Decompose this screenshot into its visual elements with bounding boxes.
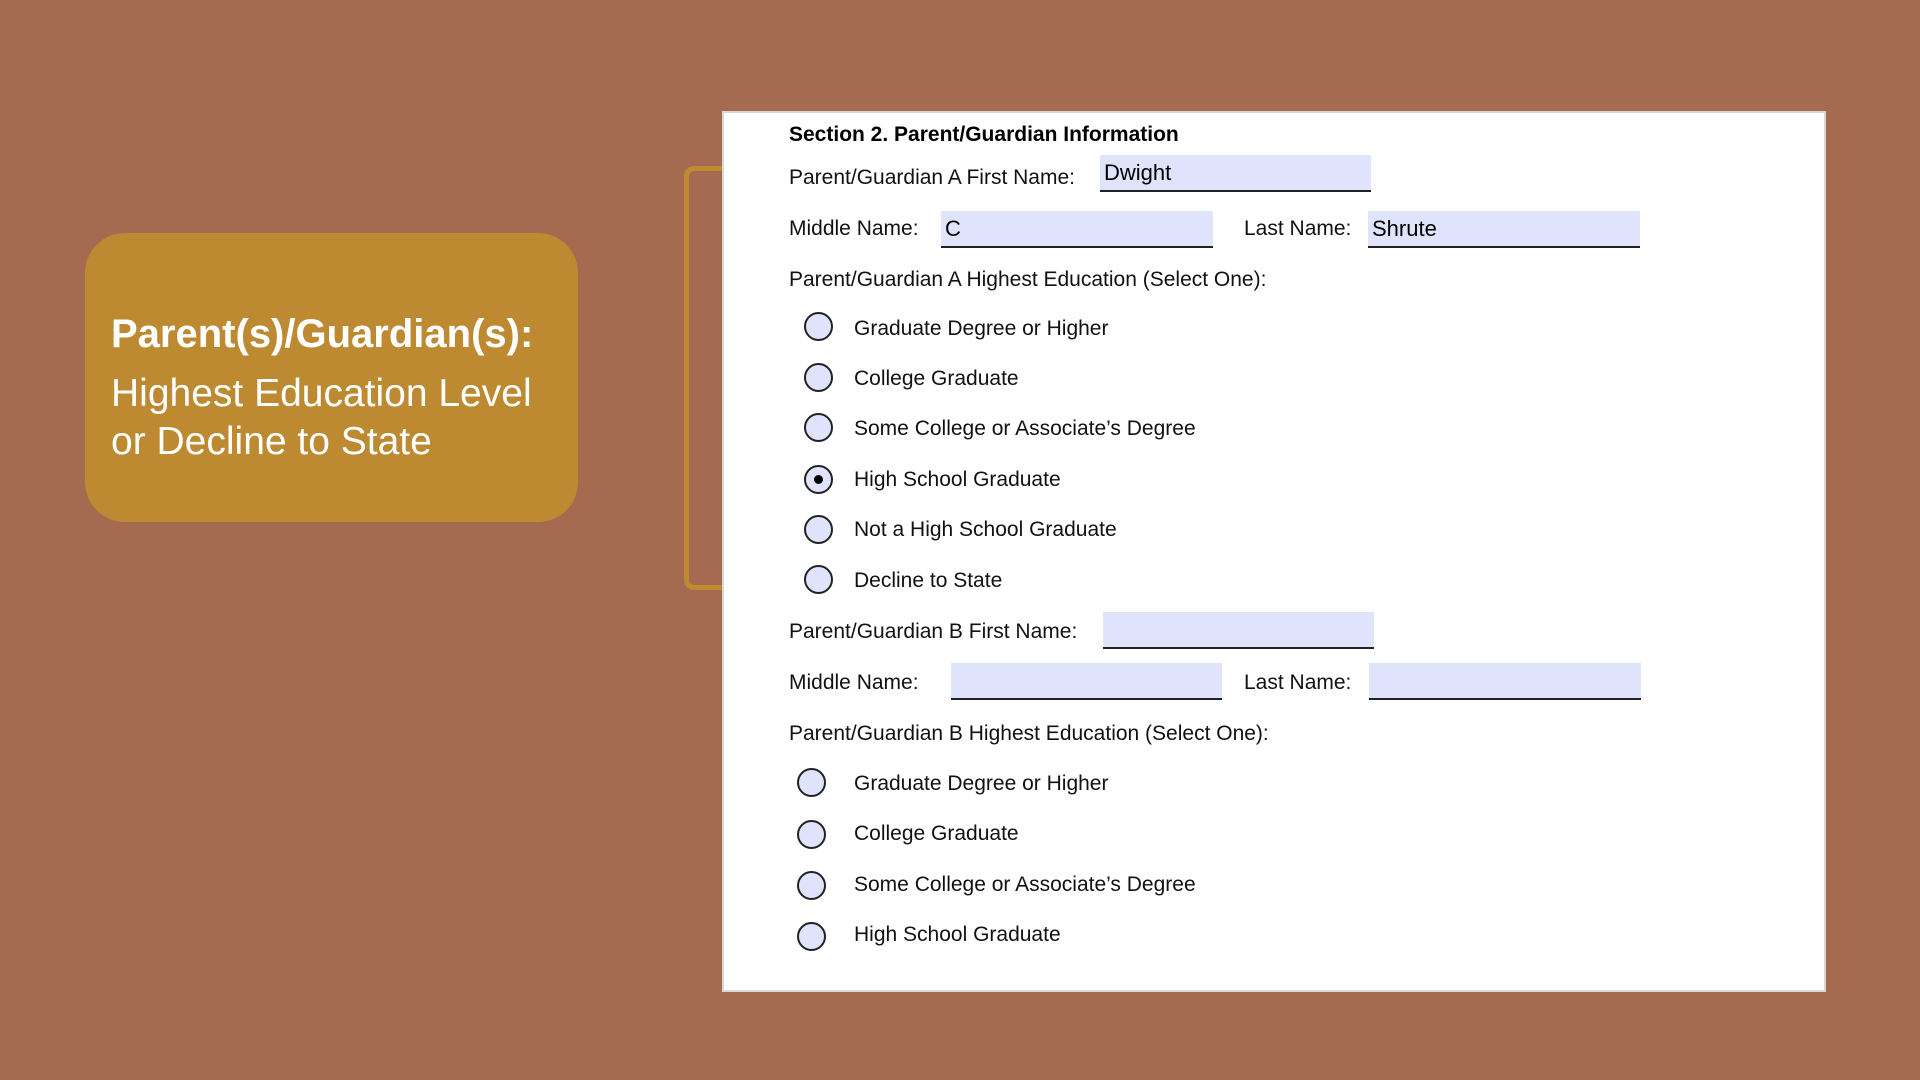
callout-line-1: Highest Education Level [111,372,532,415]
guardian-b-option-high-school-radio[interactable] [797,922,826,951]
guardian-b-option-graduate-label[interactable]: Graduate Degree or Higher [854,772,1108,796]
guardian-a-option-some-college-label[interactable]: Some College or Associate’s Degree [854,417,1196,441]
guardian-b-option-some-college-label[interactable]: Some College or Associate’s Degree [854,873,1196,897]
guardian-b-first-name-label: Parent/Guardian B First Name: [789,620,1078,643]
guardian-b-option-college-radio[interactable] [797,820,826,849]
guardian-b-option-high-school-label[interactable]: High School Graduate [854,923,1061,947]
guardian-a-middle-name-label: Middle Name: [789,217,919,240]
guardian-a-option-high-school-radio[interactable] [804,465,833,494]
section-title: Section 2. Parent/Guardian Information [789,123,1179,146]
guardian-a-middle-name-field[interactable]: C [941,211,1213,248]
callout-body: Highest Education Level or Decline to St… [111,370,578,466]
guardian-b-middle-name-field[interactable] [951,663,1222,700]
guardian-a-option-high-school-label[interactable]: High School Graduate [854,468,1061,492]
guardian-b-option-graduate-radio[interactable] [797,768,826,797]
guardian-a-option-not-high-school-radio[interactable] [804,515,833,544]
guardian-a-option-decline-label[interactable]: Decline to State [854,569,1002,593]
guardian-a-first-name-field[interactable]: Dwight [1100,155,1371,192]
guardian-b-option-college-label[interactable]: College Graduate [854,822,1019,846]
callout-line-2: or Decline to State [111,420,432,463]
guardian-b-last-name-field[interactable] [1369,663,1641,700]
guardian-a-option-graduate-label[interactable]: Graduate Degree or Higher [854,317,1108,341]
guardian-a-option-some-college-radio[interactable] [804,413,833,442]
guardian-a-option-college-radio[interactable] [804,363,833,392]
guardian-b-last-name-label: Last Name: [1244,671,1352,694]
guardian-a-first-name-label: Parent/Guardian A First Name: [789,166,1075,189]
guardian-a-option-graduate-radio[interactable] [804,312,833,341]
guardian-a-last-name-field[interactable]: Shrute [1368,211,1640,248]
callout-box: Parent(s)/Guardian(s): Highest Education… [85,233,578,522]
callout-title: Parent(s)/Guardian(s): [111,312,534,356]
guardian-b-first-name-field[interactable] [1103,612,1374,649]
guardian-a-last name-label: Last Name: [1244,217,1352,240]
guardian-a-education-label: Parent/Guardian A Highest Education (Sel… [789,268,1267,291]
form-page: Section 2. Parent/Guardian Information P… [722,111,1826,992]
guardian-a-option-not-high-school-label[interactable]: Not a High School Graduate [854,518,1117,542]
guardian-b-option-some-college-radio[interactable] [797,871,826,900]
guardian-b-education-label: Parent/Guardian B Highest Education (Sel… [789,722,1269,745]
guardian-b-middle-name-label: Middle Name: [789,671,919,694]
guardian-a-option-decline-radio[interactable] [804,565,833,594]
guardian-a-option-college-label[interactable]: College Graduate [854,367,1019,391]
